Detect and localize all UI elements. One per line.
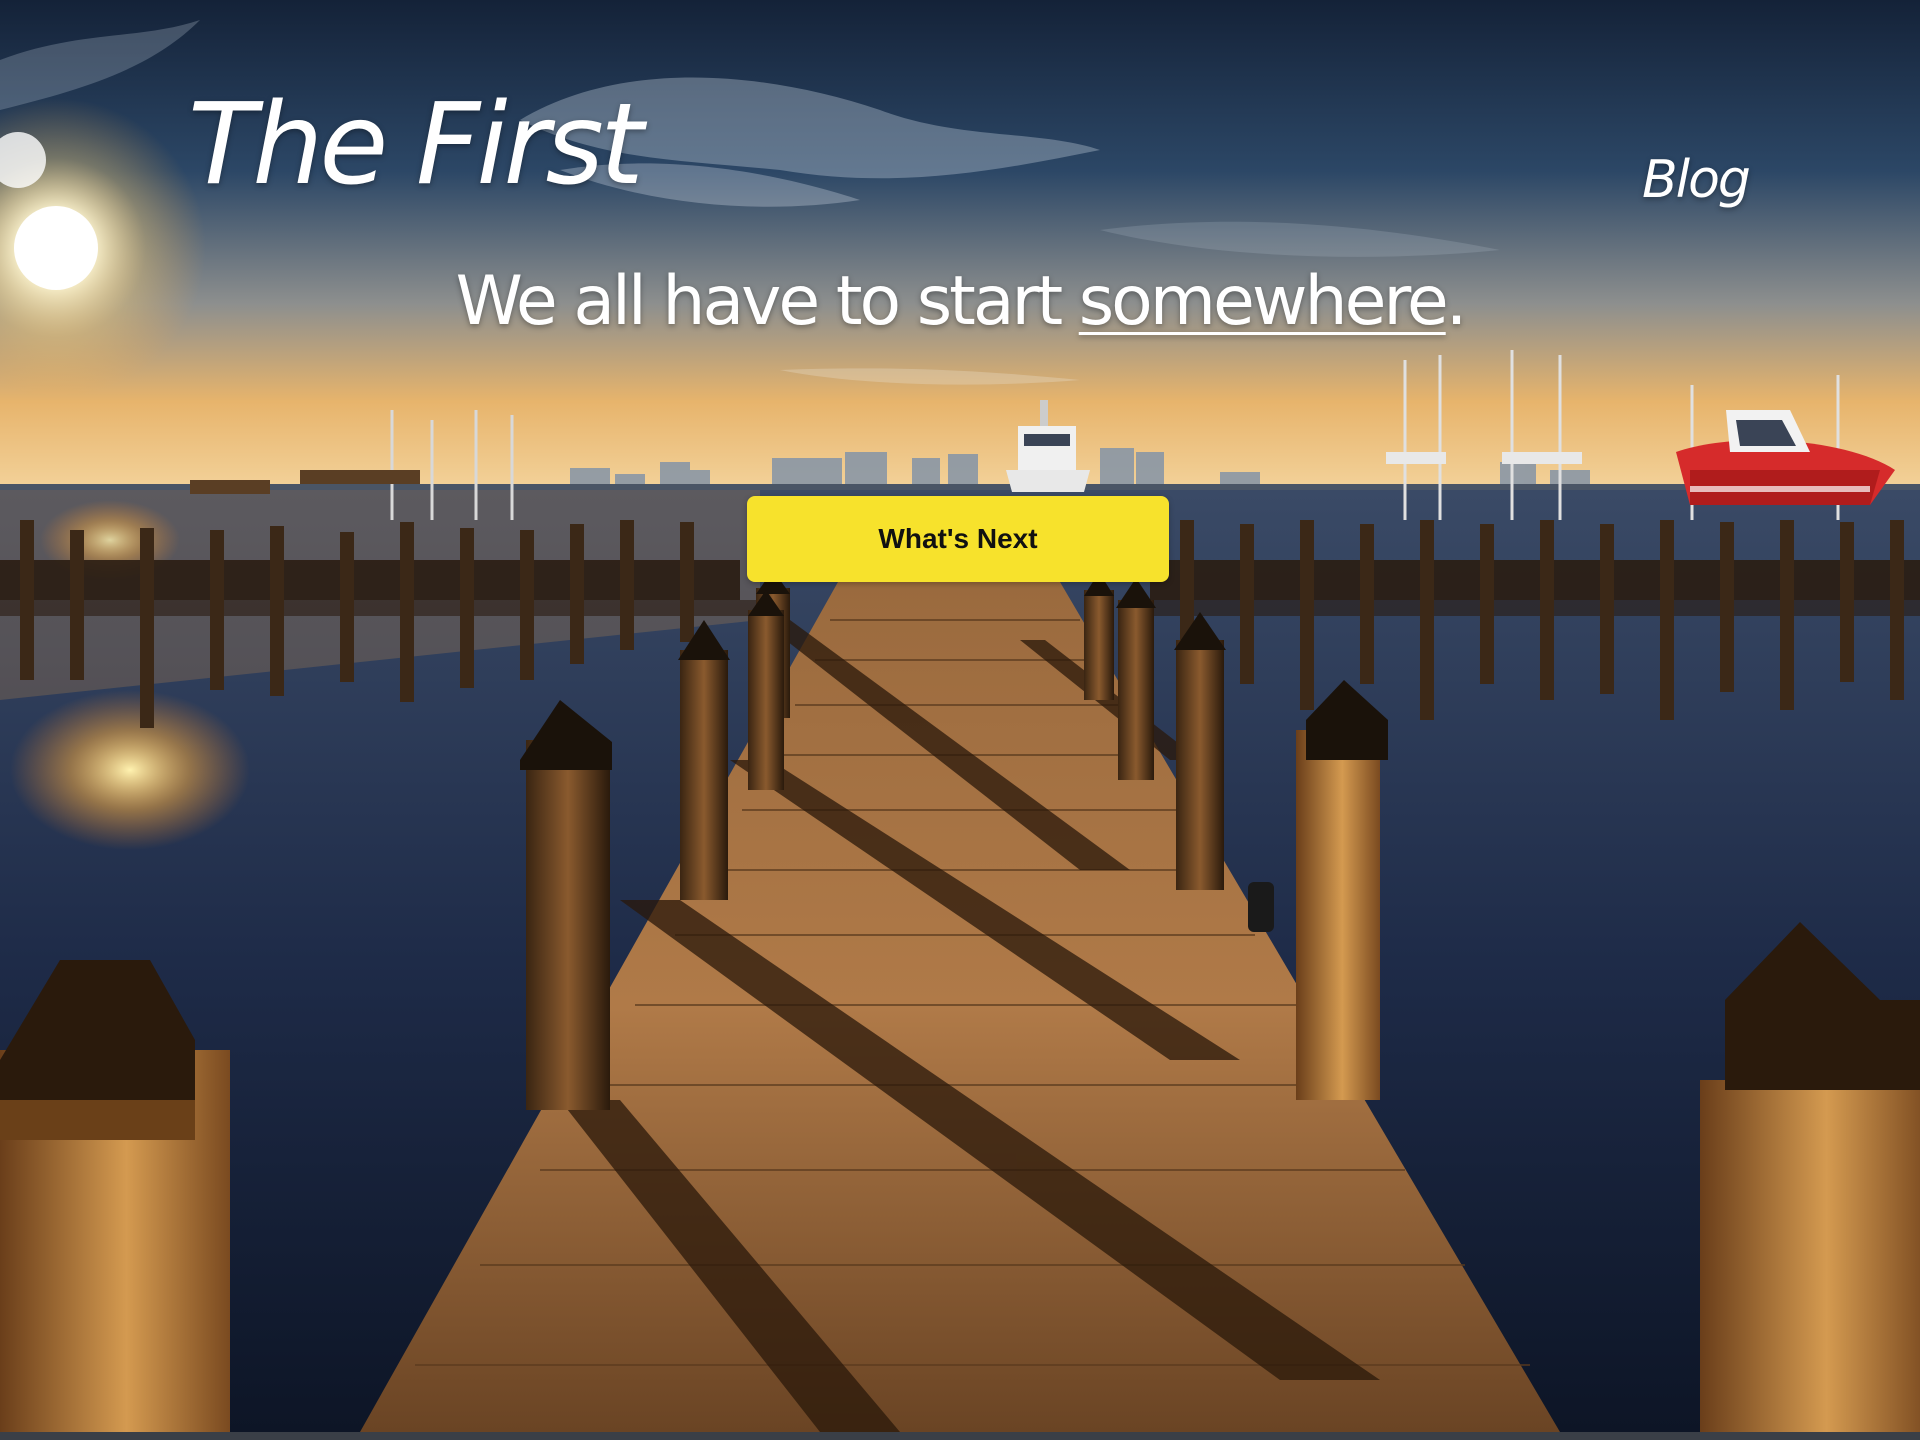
tagline-link-somewhere[interactable]: somewhere bbox=[1079, 262, 1449, 341]
hero-section: The First Blog We all have to start some… bbox=[0, 0, 1920, 1432]
tagline-prefix: We all have to start bbox=[455, 262, 1079, 341]
tagline-suffix: . bbox=[1445, 262, 1468, 341]
site-title[interactable]: The First bbox=[188, 78, 644, 212]
tagline: We all have to start somewhere. bbox=[0, 262, 1920, 341]
bottom-edge-strip bbox=[0, 1432, 1920, 1440]
whats-next-button[interactable]: What's Next bbox=[747, 496, 1169, 582]
nav-link-blog[interactable]: Blog bbox=[1642, 150, 1751, 210]
pier-sunset-image bbox=[0, 0, 1920, 1432]
